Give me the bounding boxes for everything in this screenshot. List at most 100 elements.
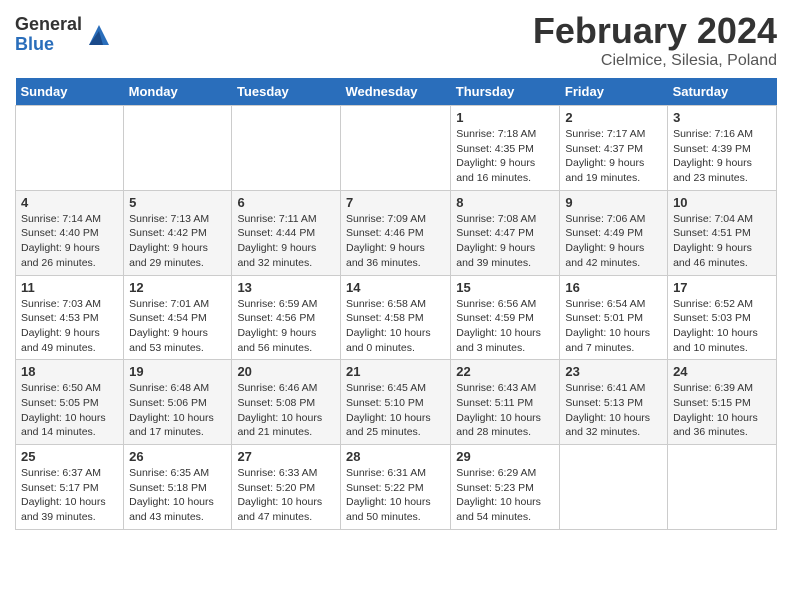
calendar-cell: 12Sunrise: 7:01 AM Sunset: 4:54 PM Dayli… (124, 275, 232, 360)
calendar-cell: 15 Sunrise: 6:56 AM Sunset: 4:59 PM Dayli… (451, 275, 560, 360)
day-number: 20 (237, 364, 335, 379)
calendar-cell: 11 Sunrise: 7:03 AM Sunset: 4:53 PM Dayli… (16, 275, 124, 360)
calendar-cell (124, 106, 232, 191)
calendar-cell: 3Sunrise: 7:16 AM Sunset: 4:39 PM Daylig… (668, 106, 777, 191)
column-header-saturday: Saturday (668, 78, 777, 106)
week-row-3: 11 Sunrise: 7:03 AM Sunset: 4:53 PM Dayli… (16, 275, 777, 360)
day-info: Sunrise: 6:29 AM Sunset: 5:23 PM Dayligh… (456, 466, 554, 525)
calendar-cell: 23 Sunrise: 6:41 AM Sunset: 5:13 PM Dayli… (560, 360, 668, 445)
day-info: Sunrise: 6:39 AM Sunset: 5:15 PM Dayligh… (673, 381, 771, 440)
calendar-cell: 22Sunrise: 6:43 AM Sunset: 5:11 PM Dayli… (451, 360, 560, 445)
day-number: 16 (565, 280, 662, 295)
day-number: 2 (565, 110, 662, 125)
calendar-cell: 27 Sunrise: 6:33 AM Sunset: 5:20 PM Dayli… (232, 445, 341, 530)
day-info: Sunrise: 6:59 AM Sunset: 4:56 PM Dayligh… (237, 297, 335, 356)
day-info: Sunrise: 7:13 AM Sunset: 4:42 PM Dayligh… (129, 212, 226, 271)
calendar-cell: 25 Sunrise: 6:37 AM Sunset: 5:17 PM Dayli… (16, 445, 124, 530)
day-info: Sunrise: 7:06 AM Sunset: 4:49 PM Dayligh… (565, 212, 662, 271)
day-number: 1 (456, 110, 554, 125)
column-header-thursday: Thursday (451, 78, 560, 106)
day-info: Sunrise: 6:35 AM Sunset: 5:18 PM Dayligh… (129, 466, 226, 525)
title-section: February 2024 Cielmice, Silesia, Poland (533, 10, 777, 70)
calendar-cell: 13 Sunrise: 6:59 AM Sunset: 4:56 PM Dayli… (232, 275, 341, 360)
calendar-cell: 28 Sunrise: 6:31 AM Sunset: 5:22 PM Dayli… (340, 445, 450, 530)
day-number: 11 (21, 280, 118, 295)
day-number: 9 (565, 195, 662, 210)
day-number: 6 (237, 195, 335, 210)
day-number: 7 (346, 195, 445, 210)
day-number: 26 (129, 449, 226, 464)
week-row-4: 18 Sunrise: 6:50 AM Sunset: 5:05 PM Dayli… (16, 360, 777, 445)
calendar-cell: 18 Sunrise: 6:50 AM Sunset: 5:05 PM Dayli… (16, 360, 124, 445)
column-header-monday: Monday (124, 78, 232, 106)
column-header-sunday: Sunday (16, 78, 124, 106)
calendar-cell: 17Sunrise: 6:52 AM Sunset: 5:03 PM Dayli… (668, 275, 777, 360)
day-info: Sunrise: 6:37 AM Sunset: 5:17 PM Dayligh… (21, 466, 118, 525)
day-info: Sunrise: 6:41 AM Sunset: 5:13 PM Dayligh… (565, 381, 662, 440)
day-number: 22 (456, 364, 554, 379)
day-number: 14 (346, 280, 445, 295)
day-number: 5 (129, 195, 226, 210)
calendar-cell (232, 106, 341, 191)
calendar-cell: 20 Sunrise: 6:46 AM Sunset: 5:08 PM Dayli… (232, 360, 341, 445)
day-number: 15 (456, 280, 554, 295)
day-number: 28 (346, 449, 445, 464)
calendar-cell: 1 Sunrise: 7:18 AM Sunset: 4:35 PM Daylig… (451, 106, 560, 191)
week-row-2: 4Sunrise: 7:14 AM Sunset: 4:40 PM Daylig… (16, 190, 777, 275)
calendar-cell: 24 Sunrise: 6:39 AM Sunset: 5:15 PM Dayli… (668, 360, 777, 445)
day-info: Sunrise: 6:33 AM Sunset: 5:20 PM Dayligh… (237, 466, 335, 525)
day-number: 13 (237, 280, 335, 295)
day-info: Sunrise: 6:48 AM Sunset: 5:06 PM Dayligh… (129, 381, 226, 440)
logo: General Blue (15, 15, 113, 55)
day-info: Sunrise: 7:11 AM Sunset: 4:44 PM Dayligh… (237, 212, 335, 271)
logo-icon (85, 21, 113, 49)
day-number: 27 (237, 449, 335, 464)
day-info: Sunrise: 6:31 AM Sunset: 5:22 PM Dayligh… (346, 466, 445, 525)
column-header-wednesday: Wednesday (340, 78, 450, 106)
week-row-1: 1 Sunrise: 7:18 AM Sunset: 4:35 PM Daylig… (16, 106, 777, 191)
day-info: Sunrise: 7:08 AM Sunset: 4:47 PM Dayligh… (456, 212, 554, 271)
day-number: 23 (565, 364, 662, 379)
day-number: 17 (673, 280, 771, 295)
calendar-cell (340, 106, 450, 191)
calendar-cell: 5 Sunrise: 7:13 AM Sunset: 4:42 PM Daylig… (124, 190, 232, 275)
calendar-cell: 10Sunrise: 7:04 AM Sunset: 4:51 PM Dayli… (668, 190, 777, 275)
calendar-cell: 2 Sunrise: 7:17 AM Sunset: 4:37 PM Daylig… (560, 106, 668, 191)
column-header-tuesday: Tuesday (232, 78, 341, 106)
day-info: Sunrise: 7:09 AM Sunset: 4:46 PM Dayligh… (346, 212, 445, 271)
day-number: 19 (129, 364, 226, 379)
day-info: Sunrise: 7:03 AM Sunset: 4:53 PM Dayligh… (21, 297, 118, 356)
calendar-table: SundayMondayTuesdayWednesdayThursdayFrid… (15, 78, 777, 530)
day-number: 24 (673, 364, 771, 379)
day-info: Sunrise: 7:14 AM Sunset: 4:40 PM Dayligh… (21, 212, 118, 271)
day-number: 25 (21, 449, 118, 464)
day-info: Sunrise: 7:17 AM Sunset: 4:37 PM Dayligh… (565, 127, 662, 186)
day-info: Sunrise: 6:56 AM Sunset: 4:59 PM Dayligh… (456, 297, 554, 356)
day-info: Sunrise: 6:54 AM Sunset: 5:01 PM Dayligh… (565, 297, 662, 356)
header: General Blue February 2024 Cielmice, Sil… (15, 10, 777, 70)
day-info: Sunrise: 6:50 AM Sunset: 5:05 PM Dayligh… (21, 381, 118, 440)
calendar-header-row: SundayMondayTuesdayWednesdayThursdayFrid… (16, 78, 777, 106)
calendar-cell: 9 Sunrise: 7:06 AM Sunset: 4:49 PM Daylig… (560, 190, 668, 275)
calendar-cell (668, 445, 777, 530)
calendar-cell: 6 Sunrise: 7:11 AM Sunset: 4:44 PM Daylig… (232, 190, 341, 275)
calendar-cell: 19 Sunrise: 6:48 AM Sunset: 5:06 PM Dayli… (124, 360, 232, 445)
calendar-cell (16, 106, 124, 191)
week-row-5: 25 Sunrise: 6:37 AM Sunset: 5:17 PM Dayli… (16, 445, 777, 530)
month-title: February 2024 (533, 10, 777, 52)
location-subtitle: Cielmice, Silesia, Poland (533, 52, 777, 70)
day-number: 21 (346, 364, 445, 379)
calendar-cell: 4Sunrise: 7:14 AM Sunset: 4:40 PM Daylig… (16, 190, 124, 275)
day-info: Sunrise: 6:46 AM Sunset: 5:08 PM Dayligh… (237, 381, 335, 440)
calendar-cell: 21Sunrise: 6:45 AM Sunset: 5:10 PM Dayli… (340, 360, 450, 445)
day-info: Sunrise: 6:58 AM Sunset: 4:58 PM Dayligh… (346, 297, 445, 356)
day-info: Sunrise: 7:01 AM Sunset: 4:54 PM Dayligh… (129, 297, 226, 356)
day-info: Sunrise: 7:16 AM Sunset: 4:39 PM Dayligh… (673, 127, 771, 186)
day-number: 18 (21, 364, 118, 379)
column-header-friday: Friday (560, 78, 668, 106)
calendar-cell: 14 Sunrise: 6:58 AM Sunset: 4:58 PM Dayli… (340, 275, 450, 360)
day-number: 8 (456, 195, 554, 210)
calendar-cell (560, 445, 668, 530)
day-number: 10 (673, 195, 771, 210)
day-info: Sunrise: 7:18 AM Sunset: 4:35 PM Dayligh… (456, 127, 554, 186)
